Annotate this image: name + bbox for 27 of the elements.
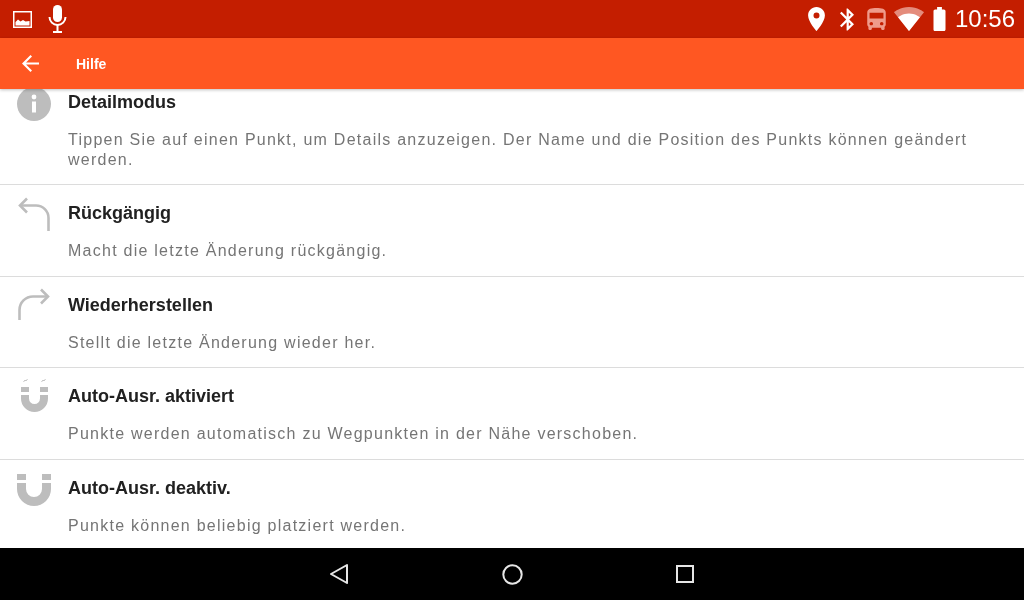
recents-icon[interactable] xyxy=(676,565,694,583)
help-item-title: Rückgängig xyxy=(68,202,172,225)
battery-icon xyxy=(932,7,946,31)
help-item-description: Punkte können beliebig platziert werden. xyxy=(68,515,408,535)
help-item-title: Wiederherstellen xyxy=(68,293,214,317)
bluetooth-icon xyxy=(839,7,854,31)
help-item-description: Punkte werden automatisch zu Wegpunkten in der Nähe verschoben. xyxy=(68,424,640,444)
home-icon[interactable] xyxy=(501,563,523,585)
clock-time: 10:56 xyxy=(954,5,1015,33)
bus-icon xyxy=(866,8,886,30)
help-item-title: Detailmodus xyxy=(68,91,178,114)
help-item-description: Tippen Sie auf einen Punkt, um Details anzuzeigen. Der Name und die Position des Punkts können geändert werden. xyxy=(68,130,969,169)
undo-icon xyxy=(18,197,50,232)
help-item-title: Auto-Ausr. deaktiv. xyxy=(68,476,232,500)
image-icon xyxy=(13,10,32,28)
microphone-icon xyxy=(48,5,67,33)
magnet-sparks-icon xyxy=(20,378,48,412)
location-pin-icon xyxy=(807,7,825,31)
help-item-description: Macht die letzte Änderung rückgängig. xyxy=(68,241,389,261)
wifi-icon xyxy=(893,7,924,31)
screen-title: Hilfe xyxy=(76,55,107,72)
help-item-description: Stellt die letzte Änderung wieder her. xyxy=(68,332,378,352)
back-arrow-icon[interactable] xyxy=(22,55,39,72)
magnet-icon xyxy=(17,473,51,506)
redo-icon xyxy=(18,287,50,321)
help-item-title: Auto-Ausr. aktiviert xyxy=(68,385,236,408)
back-icon[interactable] xyxy=(329,563,349,585)
